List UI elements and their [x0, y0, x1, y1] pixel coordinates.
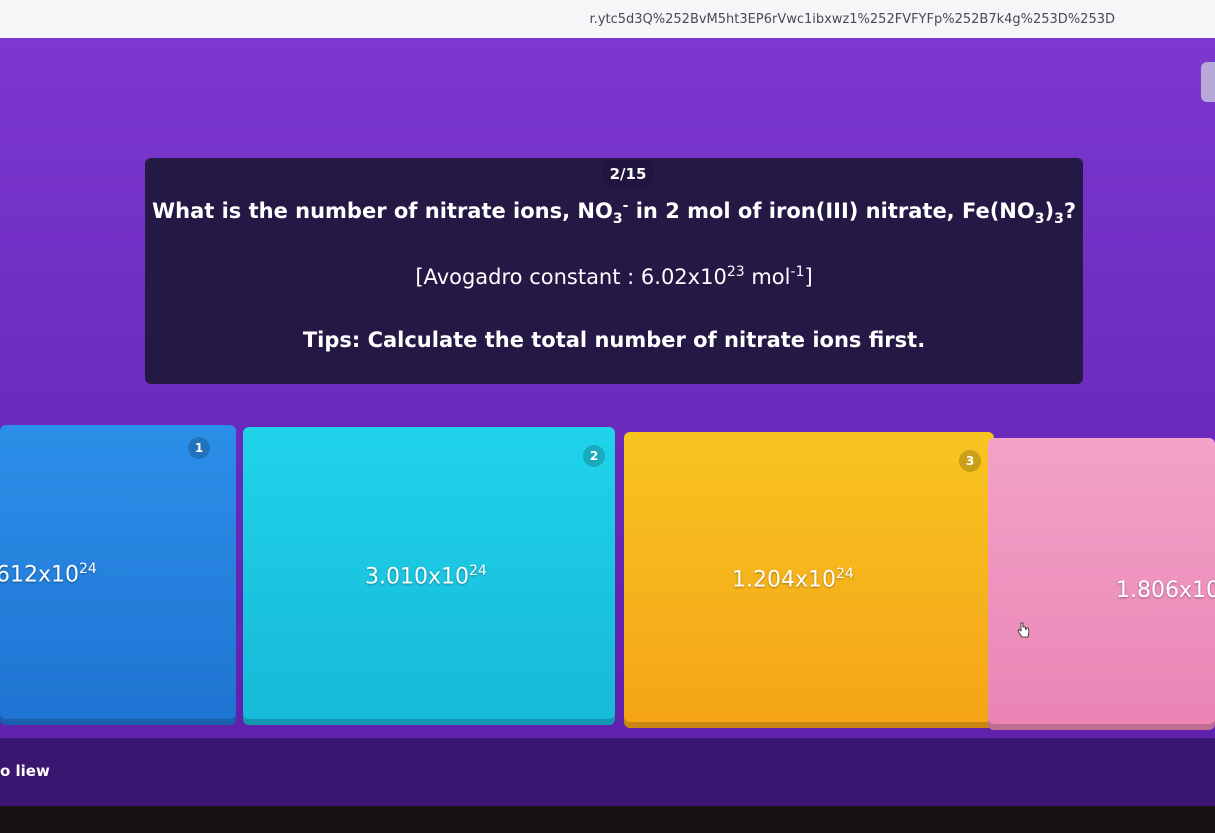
option-number-badge: 1	[188, 437, 210, 459]
question-counter: 2/15	[602, 160, 654, 188]
hand-cursor-icon	[1017, 622, 1030, 638]
avogadro-constant: [Avogadro constant : 6.02x1023 mol-1]	[415, 264, 813, 289]
option-number-badge: 2	[583, 445, 605, 467]
answer-option-1[interactable]: 1 612x1024	[0, 425, 236, 725]
footer-label[interactable]: o liew	[0, 762, 50, 780]
tip-text: Tips: Calculate the total number of nitr…	[302, 328, 926, 352]
question-text: What is the number of nitrate ions, NO3-…	[151, 198, 1077, 228]
answer-option-2[interactable]: 2 3.010x1024	[243, 427, 615, 725]
browser-url-bar[interactable]: r.ytc5d3Q%252BvM5ht3EP6rVwc1ibxwz1%252FV…	[0, 0, 1215, 38]
answer-option-3[interactable]: 3 1.204x1024	[624, 432, 994, 728]
monitor-bezel	[0, 806, 1215, 833]
answer-option-4[interactable]: 1.806x10	[988, 438, 1215, 730]
url-text: r.ytc5d3Q%252BvM5ht3EP6rVwc1ibxwz1%252FV…	[589, 11, 1115, 27]
footer-bar	[0, 738, 1215, 808]
option-value: 1.204x1024	[732, 566, 854, 593]
option-value: 3.010x1024	[365, 563, 487, 590]
question-card: What is the number of nitrate ions, NO3-…	[145, 158, 1083, 384]
option-value: 612x1024	[0, 561, 97, 588]
option-number-badge: 3	[959, 450, 981, 472]
side-panel-tab[interactable]	[1201, 62, 1215, 102]
option-value: 1.806x10	[1116, 578, 1215, 603]
